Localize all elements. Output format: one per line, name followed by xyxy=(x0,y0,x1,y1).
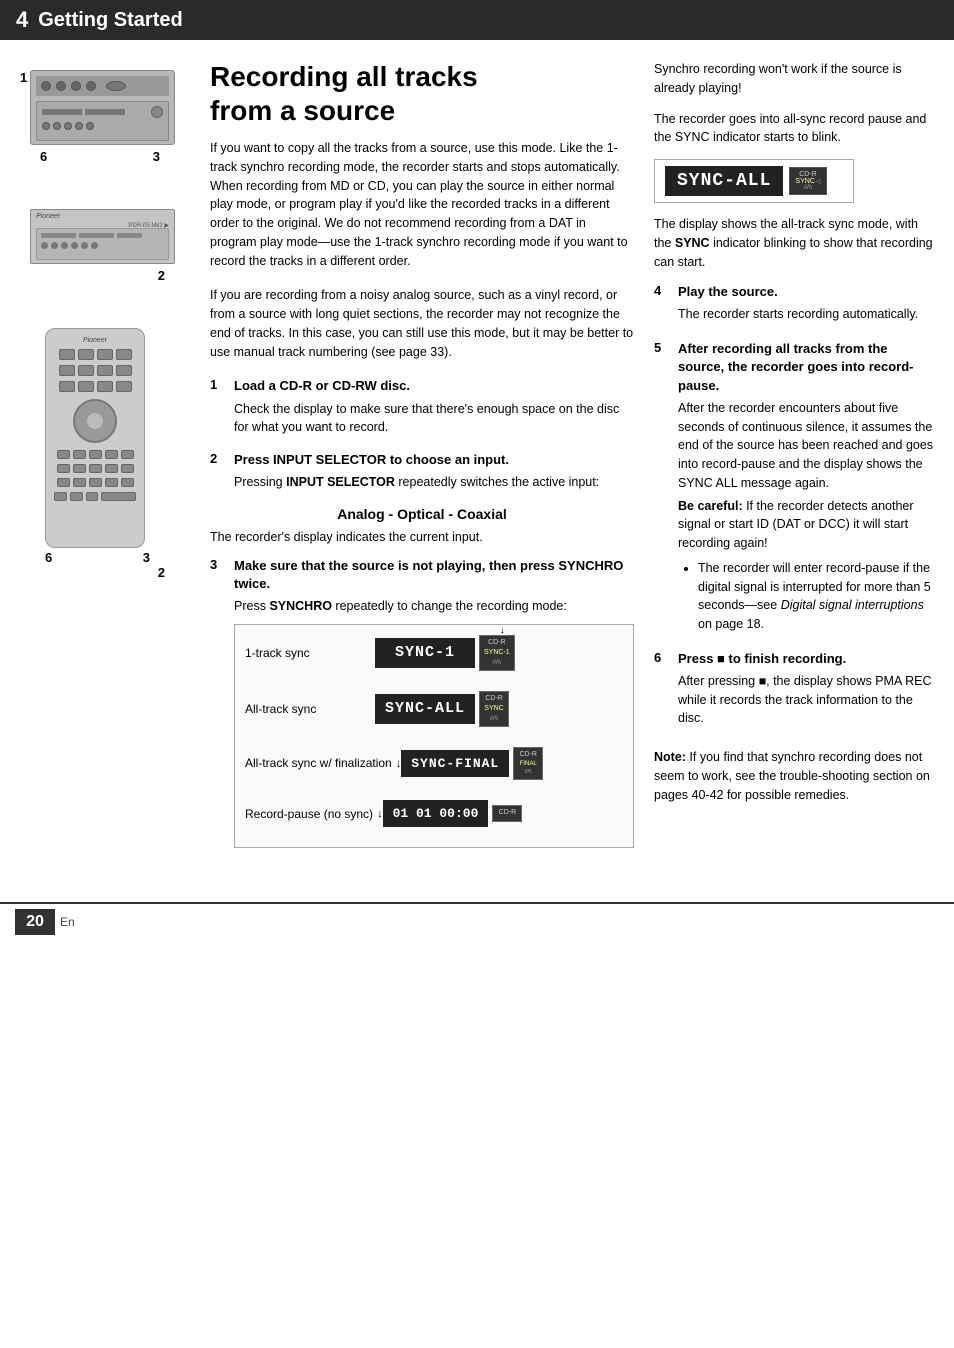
sync-indicator-2: CD-R SYNC ///\\ xyxy=(479,691,509,727)
step-1-title: Load a CD-R or CD-RW disc. xyxy=(234,377,410,395)
bullet-1: The recorder will enter record-pause if … xyxy=(698,559,934,634)
step-4-title: Play the source. xyxy=(678,283,778,301)
step-5: 5 After recording all tracks from the so… xyxy=(654,340,934,634)
step-5-number: 5 xyxy=(654,340,670,355)
device-deck-middle: Pioneer PDR-05 Mk2 ▶ xyxy=(30,209,170,283)
step-2-title: Press INPUT SELECTOR to choose an input. xyxy=(234,451,509,469)
sync-row-3: All-track sync w/ finalization ↓ SYNC-FI… xyxy=(245,747,623,780)
step-6-body: After pressing ■, the display shows PMA … xyxy=(678,672,934,728)
sync-row-2: All-track sync SYNC-ALL CD-R SYNC ///\\ xyxy=(245,691,623,727)
step-1-body: Check the display to make sure that ther… xyxy=(234,400,634,438)
device-label-1: 1 xyxy=(20,70,27,85)
step-5-title: After recording all tracks from the sour… xyxy=(678,340,934,395)
sync-row-1: 1-track sync ↓ SYNC-1 CD-R SYNC-1 ///\\ xyxy=(245,635,623,671)
analog-heading: Analog - Optical - Coaxial xyxy=(210,506,634,522)
intro-paragraph-1: If you want to copy all the tracks from … xyxy=(210,139,634,270)
sync-all-screen: SYNC-ALL xyxy=(665,166,783,196)
step-4-body: The recorder starts recording automatica… xyxy=(678,305,934,324)
device-label-6-bottom: 6 xyxy=(45,550,52,565)
sync-indicator-3: CD-R FINAL ///\\ xyxy=(513,747,543,780)
step-5-be-careful: Be careful: If the recorder detects anot… xyxy=(678,497,934,553)
sync-all-display: SYNC-ALL CD-R SYNC◁ ///\\ xyxy=(654,159,854,203)
page-header: 4 Getting Started xyxy=(0,0,954,40)
right-desc: The recorder goes into all-sync record p… xyxy=(654,110,934,148)
chapter-title: Getting Started xyxy=(38,9,182,32)
step-6: 6 Press ■ to finish recording. After pre… xyxy=(654,650,934,728)
content-right: Synchro recording won't work if the sour… xyxy=(654,60,934,862)
main-layout: 1 xyxy=(0,40,954,882)
page-lang: En xyxy=(60,915,75,929)
sync-all-desc: The display shows the all-track sync mod… xyxy=(654,215,934,271)
step-6-number: 6 xyxy=(654,650,670,665)
right-intro: Synchro recording won't work if the sour… xyxy=(654,60,934,98)
sync-display-1: SYNC-1 CD-R SYNC-1 ///\\ xyxy=(375,635,515,671)
device-remote: Pioneer xyxy=(30,328,170,580)
page-number: 20 xyxy=(15,909,55,935)
step-4-number: 4 xyxy=(654,283,670,298)
sync-display-2: SYNC-ALL CD-R SYNC ///\\ xyxy=(375,691,509,727)
step-5-body: After the recorder encounters about five… xyxy=(678,399,934,493)
device-label-6-first: 6 xyxy=(40,149,47,164)
step-5-bullets: The recorder will enter record-pause if … xyxy=(698,559,934,634)
sync-all-indicator: CD-R SYNC◁ ///\\ xyxy=(789,167,826,195)
sync-label-2: All-track sync xyxy=(245,700,375,718)
device-label-3-first: 3 xyxy=(153,149,160,164)
sync-label-3: All-track sync w/ finalization xyxy=(245,754,392,772)
step-3-body: Press SYNCHRO repeatedly to change the r… xyxy=(234,597,634,616)
step-2-number: 2 xyxy=(210,451,226,466)
device-label-2-middle: 2 xyxy=(158,268,165,283)
arrow-1: ↓ xyxy=(500,623,505,638)
sync-display-4: 01 01 00:00 CD-R xyxy=(383,800,523,828)
sync-indicator-4: CD-R xyxy=(492,805,522,822)
step-3: 3 Make sure that the source is not playi… xyxy=(210,557,634,849)
device-label-2-bottom: 2 xyxy=(158,565,165,580)
sync-display-3: SYNC-FINAL CD-R FINAL ///\\ xyxy=(401,747,543,780)
remote-brand: Pioneer xyxy=(54,337,136,344)
sync-indicator-1: CD-R SYNC-1 ///\\ xyxy=(479,635,515,671)
step-2-body: Pressing INPUT SELECTOR repeatedly switc… xyxy=(234,473,634,492)
sync-label-4: Record-pause (no sync) xyxy=(245,805,373,823)
note-box: Note: If you find that synchro recording… xyxy=(654,748,934,804)
content-left: Recording all tracks from a source If yo… xyxy=(210,60,634,862)
left-sidebar: 1 xyxy=(0,40,200,882)
step-3-title: Make sure that the source is not playing… xyxy=(234,557,634,593)
step-1: 1 Load a CD-R or CD-RW disc. Check the d… xyxy=(210,377,634,437)
sync-label-1: 1-track sync xyxy=(245,644,375,662)
sync-diagram: 1-track sync ↓ SYNC-1 CD-R SYNC-1 ///\\ xyxy=(234,624,634,849)
device-deck-top: 1 xyxy=(30,70,170,164)
page-footer: 20 En xyxy=(0,902,954,940)
intro-paragraph-2: If you are recording from a noisy analog… xyxy=(210,286,634,361)
article-title: Recording all tracks from a source xyxy=(210,60,634,127)
device-label-3-bottom: 3 xyxy=(143,550,150,565)
sync-row-4: Record-pause (no sync) ↓ 01 01 00:00 CD-… xyxy=(245,800,623,828)
step-2: 2 Press INPUT SELECTOR to choose an inpu… xyxy=(210,451,634,492)
step-3-number: 3 xyxy=(210,557,226,572)
content-area: Recording all tracks from a source If yo… xyxy=(200,40,954,882)
step-6-title: Press ■ to finish recording. xyxy=(678,650,846,668)
step-1-number: 1 xyxy=(210,377,226,392)
step-4: 4 Play the source. The recorder starts r… xyxy=(654,283,934,324)
analog-desc: The recorder's display indicates the cur… xyxy=(210,528,634,547)
chapter-number: 4 xyxy=(16,7,28,33)
